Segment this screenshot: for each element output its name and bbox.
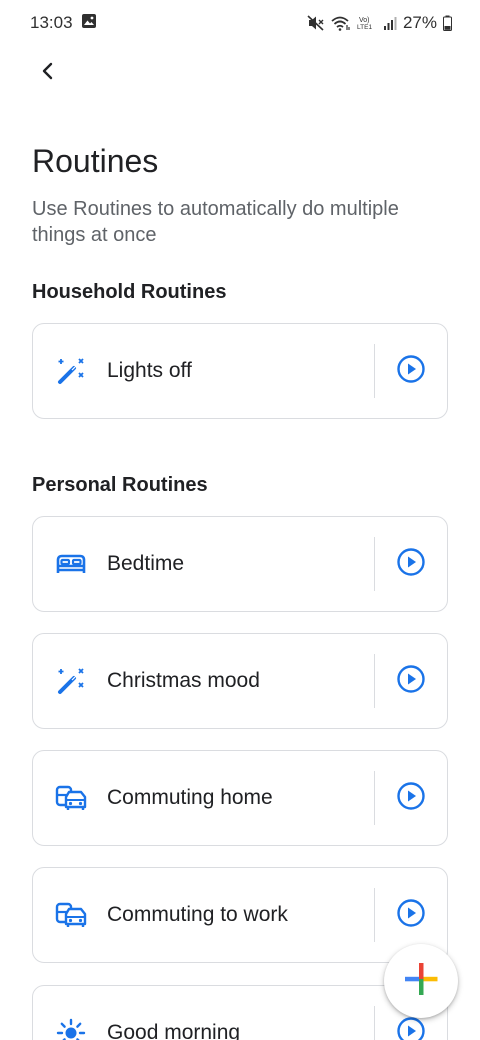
play-button[interactable] <box>375 324 447 418</box>
svg-text:Vo): Vo) <box>359 17 370 24</box>
play-circle-icon <box>396 547 426 582</box>
routine-label: Lights off <box>107 359 192 382</box>
add-routine-button[interactable] <box>384 944 458 1018</box>
play-circle-icon <box>396 781 426 816</box>
routine-label: Good morning <box>107 1021 241 1040</box>
image-icon <box>81 13 97 34</box>
battery-percent: 27% <box>402 13 437 32</box>
magic-wand-icon <box>33 324 107 418</box>
routine-card-commuting-to-work[interactable]: Commuting to work <box>32 867 448 963</box>
battery-icon <box>443 15 452 31</box>
play-circle-icon <box>396 1016 426 1040</box>
routine-card-lights-off[interactable]: Lights off <box>32 323 448 419</box>
status-left: 13:03 <box>30 13 97 34</box>
household-routines-heading: Household Routines <box>32 281 227 303</box>
commute-icon <box>33 751 107 845</box>
play-button[interactable] <box>375 751 447 845</box>
signal-icon <box>383 15 397 31</box>
mute-icon <box>307 15 325 31</box>
play-circle-icon <box>396 664 426 699</box>
wifi-icon <box>331 15 351 31</box>
page-subtitle: Use Routines to automatically do multipl… <box>32 198 399 246</box>
routine-label: Bedtime <box>107 552 185 575</box>
routine-card-christmas-mood[interactable]: Christmas mood <box>32 633 448 729</box>
status-time: 13:03 <box>30 13 73 32</box>
commute-icon <box>33 868 107 962</box>
sun-icon <box>33 986 107 1040</box>
play-circle-icon <box>396 898 426 933</box>
personal-routines-heading: Personal Routines <box>32 474 208 496</box>
page-title: Routines <box>32 143 159 179</box>
play-button[interactable] <box>375 634 447 728</box>
play-circle-icon <box>396 354 426 389</box>
chevron-left-icon <box>40 61 56 86</box>
bed-icon <box>33 517 107 611</box>
routine-card-bedtime[interactable]: Bedtime <box>32 516 448 612</box>
status-bar: 13:03 Vo) LTE1 27% <box>0 0 480 46</box>
routine-label: Christmas mood <box>107 669 260 692</box>
svg-text:LTE1: LTE1 <box>357 24 372 31</box>
add-icon <box>403 961 439 1002</box>
routine-card-commuting-home[interactable]: Commuting home <box>32 750 448 846</box>
routine-label: Commuting to work <box>107 903 288 926</box>
play-button[interactable] <box>375 517 447 611</box>
magic-wand-icon <box>33 634 107 728</box>
volte-icon: Vo) LTE1 <box>357 15 377 31</box>
back-button[interactable] <box>30 58 66 88</box>
routine-label: Commuting home <box>107 786 273 809</box>
status-right: Vo) LTE1 27% <box>307 13 452 33</box>
